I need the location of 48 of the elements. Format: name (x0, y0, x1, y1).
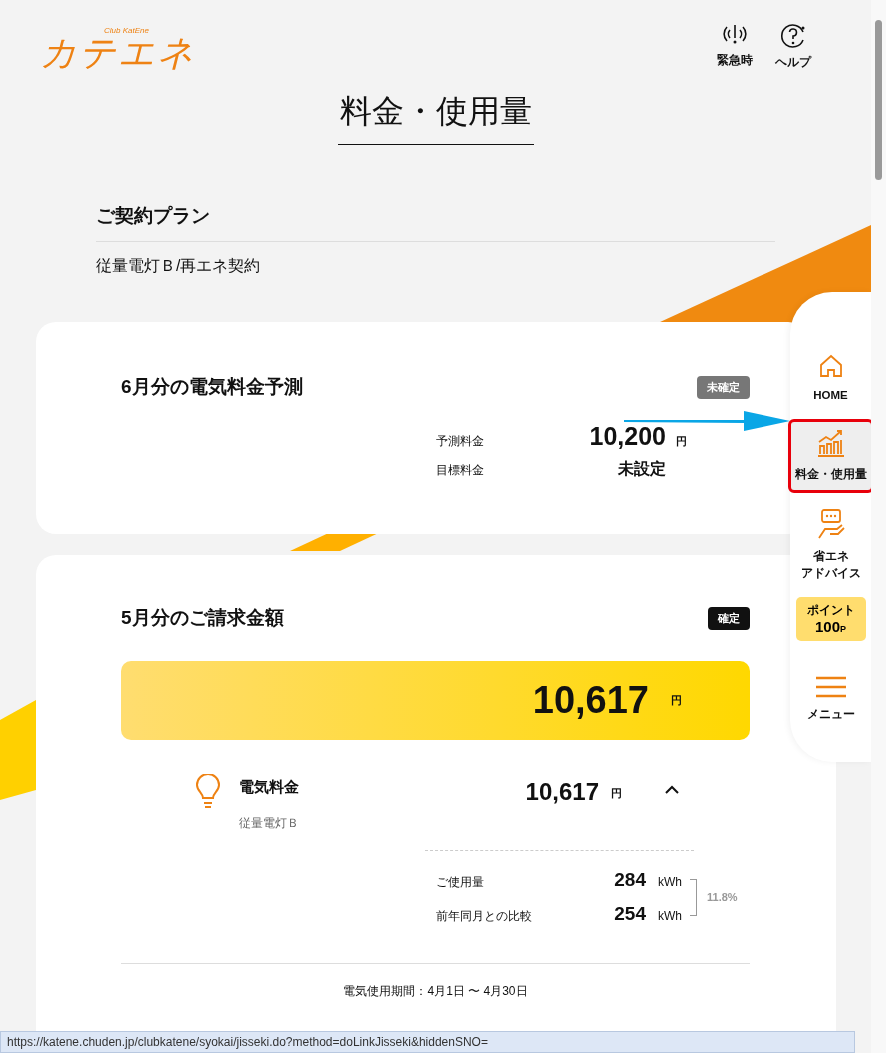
unit-label: 円 (675, 434, 688, 449)
points-button[interactable]: ポイント 100P (795, 597, 866, 641)
nav-label-line: アドバイス (800, 565, 861, 581)
item-plan: 従量電灯Ｂ (239, 815, 300, 832)
nav-item[interactable]: HOME (787, 344, 874, 414)
status-badge: 未確定 (697, 375, 750, 399)
nav-item[interactable]: メニュー (787, 667, 874, 733)
logo-subtitle: Club KatEne (104, 26, 149, 35)
chat-hand-icon (815, 507, 846, 540)
menu-icon (815, 676, 846, 698)
total-amount: 10,617 (532, 679, 649, 722)
row-value: 10,200 (588, 422, 666, 451)
item-amount: 10,617 (524, 778, 599, 806)
page-title: 料金・使用量 (337, 90, 534, 145)
plan-name: 従量電灯Ｂ/再エネ契約 (96, 256, 262, 276)
chevron-icon (664, 784, 680, 794)
row-label: 目標料金 (436, 462, 485, 479)
scrollbar[interactable] (871, 0, 886, 1053)
change-percent: 11.8% (707, 891, 738, 903)
section-heading: ご契約プラン (96, 203, 775, 242)
light-bulb-icon (195, 774, 221, 810)
nav-item[interactable]: 料金・使用量 (787, 419, 874, 493)
help-icon (779, 22, 807, 50)
usage-period: 電気使用期間：4月1日 〜 4月30日 (342, 983, 529, 1000)
nav-item[interactable]: 省エネ アドバイス (787, 498, 874, 591)
unit-label: kWh (657, 909, 683, 923)
header-action-button[interactable]: ヘルプ (775, 22, 811, 71)
item-name: 電気料金 (239, 778, 300, 797)
unit-label: kWh (657, 875, 683, 889)
house-icon (817, 353, 844, 379)
row-value: 未設定 (617, 459, 666, 479)
nav-label-line: 省エネ (812, 548, 849, 564)
status-badge: 確定 (708, 606, 750, 630)
points-label: ポイント (806, 603, 855, 618)
card-title: 6月分の電気料金予測 (121, 375, 303, 399)
card-title: 5月分のご請求金額 (121, 606, 284, 630)
status-url: https://katene.chuden.jp/clubkatene/syokai/jisseki.do?method=doLinkJisseki&hiddenSNO= (0, 1031, 855, 1053)
unit-label: 円 (670, 693, 682, 708)
bracket-line (690, 878, 697, 916)
usage-value: 284 (613, 869, 646, 891)
scrollbar-thumb[interactable] (875, 20, 882, 180)
usage-value: 254 (613, 903, 646, 925)
header-action-button[interactable]: 緊急時 (717, 22, 753, 71)
points-value: 100P (814, 618, 846, 635)
usage-label: 前年同月との比較 (436, 908, 533, 925)
usage-label: ご使用量 (436, 874, 485, 891)
row-label: 予測料金 (436, 433, 485, 450)
unit-label: 円 (611, 786, 622, 801)
